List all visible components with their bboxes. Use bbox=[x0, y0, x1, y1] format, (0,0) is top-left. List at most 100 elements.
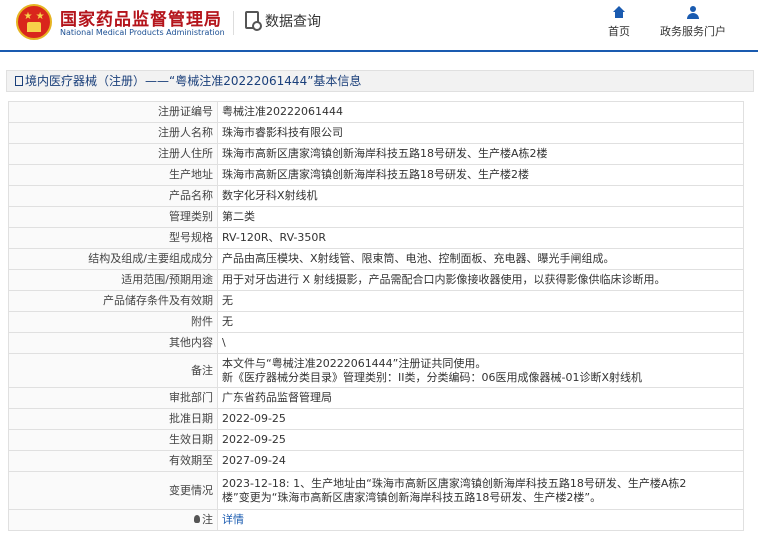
table-row: 注册证编号 粤械注准20222061444 bbox=[8, 101, 744, 123]
table-row: 批准日期 2022-09-25 bbox=[8, 408, 744, 430]
field-value-text: 数字化牙科X射线机 bbox=[222, 189, 318, 202]
field-value: 本文件与“粤械注准20222061444”注册证共同使用。 新《医疗器械分类目录》… bbox=[217, 353, 744, 388]
table-row: 变更情况 2023-12-18: 1、生产地址由“珠海市高新区唐家湾镇创新海岸科技… bbox=[8, 471, 744, 510]
field-label: 结构及组成/主要组成成分 bbox=[8, 248, 218, 270]
emblem-logo[interactable]: ★ ★ bbox=[16, 4, 52, 40]
field-label: 管理类别 bbox=[8, 206, 218, 228]
field-value-text: 粤械注准20222061444 bbox=[222, 105, 343, 118]
org-name-cn[interactable]: 国家药品监督管理局 bbox=[60, 5, 222, 30]
field-value: 无 bbox=[217, 290, 744, 312]
field-label-text: 管理类别 bbox=[169, 210, 213, 223]
device-info-table: 注册证编号 粤械注准20222061444 注册人名称 珠海市睿影科技有限公司 注册人住… bbox=[8, 101, 744, 531]
field-label-text: 生产地址 bbox=[169, 168, 213, 181]
field-label-text: 注册人名称 bbox=[158, 126, 213, 139]
field-label: 注册人住所 bbox=[8, 143, 218, 165]
table-row: 适用范围/预期用途 用于对牙齿进行 X 射线摄影，产品需配合口内影像接收器使用，以… bbox=[8, 269, 744, 291]
field-value-line: 新《医疗器械分类目录》管理类别：II类，分类编码：06医用成像器械-01诊断X射… bbox=[222, 370, 642, 384]
field-label-text: 适用范围/预期用途 bbox=[121, 273, 213, 286]
table-row: 结构及组成/主要组成成分 产品由高压模块、X射线管、限束筒、电池、控制面板、充电器… bbox=[8, 248, 744, 270]
field-label-text: 产品名称 bbox=[169, 189, 213, 202]
field-value: 珠海市睿影科技有限公司 bbox=[217, 122, 744, 144]
field-value: 数字化牙科X射线机 bbox=[217, 185, 744, 207]
field-value-text: 用于对牙齿进行 X 射线摄影，产品需配合口内影像接收器使用，以获得影像供临床诊断… bbox=[222, 273, 666, 286]
field-value: 2023-12-18: 1、生产地址由“珠海市高新区唐家湾镇创新海岸科技五路18… bbox=[217, 471, 744, 510]
field-label: 生效日期 bbox=[8, 429, 218, 451]
nav-service-portal[interactable]: 政务服务门户 bbox=[660, 6, 726, 39]
details-link[interactable]: 详情 bbox=[222, 513, 244, 526]
field-value: 详情 bbox=[217, 509, 744, 531]
table-row: 产品储存条件及有效期无 bbox=[8, 290, 744, 312]
field-label: 适用范围/预期用途 bbox=[8, 269, 218, 291]
bulb-icon bbox=[194, 515, 200, 523]
field-label-text: 生效日期 bbox=[169, 433, 213, 446]
table-row: 管理类别 第二类 bbox=[8, 206, 744, 228]
field-label: 批准日期 bbox=[8, 408, 218, 430]
field-value: 珠海市高新区唐家湾镇创新海岸科技五路18号研发、生产楼2楼 bbox=[217, 164, 744, 186]
field-value-line: 2023-12-18: 1、生产地址由“珠海市高新区唐家湾镇创新海岸科技五路18… bbox=[222, 476, 687, 490]
nav-home-label: 首页 bbox=[608, 25, 630, 38]
field-value-text: 产品由高压模块、X射线管、限束筒、电池、控制面板、充电器、曝光手闸组成。 bbox=[222, 252, 615, 265]
table-row: 注详情 bbox=[8, 509, 744, 531]
field-value: \ bbox=[217, 332, 744, 354]
field-value-line: 楼”变更为“珠海市高新区唐家湾镇创新海岸科技五路18号研发、生产楼2楼”。 bbox=[222, 490, 602, 504]
field-value-text: \ bbox=[222, 336, 226, 349]
table-row: 产品名称 数字化牙科X射线机 bbox=[8, 185, 744, 207]
field-value: RV-120R、RV-350R bbox=[217, 227, 744, 249]
field-value-text: 2022-09-25 bbox=[222, 433, 286, 446]
nav-home[interactable]: 首页 bbox=[608, 6, 630, 39]
field-label-text: 附件 bbox=[191, 315, 213, 328]
field-value-text: 第二类 bbox=[222, 210, 255, 223]
user-icon bbox=[687, 6, 699, 20]
field-label: 产品名称 bbox=[8, 185, 218, 207]
breadcrumb: 境内医疗器械（注册）——“粤械注准20222061444”基本信息 bbox=[6, 70, 754, 92]
breadcrumb-text: 境内医疗器械（注册）——“粤械注准20222061444”基本信息 bbox=[25, 74, 362, 88]
field-value: 粤械注准20222061444 bbox=[217, 101, 744, 123]
nav-portal-label: 政务服务门户 bbox=[660, 25, 726, 38]
field-label-text: 其他内容 bbox=[169, 336, 213, 349]
field-label-text: 审批部门 bbox=[169, 391, 213, 404]
field-label-text: 型号规格 bbox=[169, 231, 213, 244]
table-row: 生产地址 珠海市高新区唐家湾镇创新海岸科技五路18号研发、生产楼2楼 bbox=[8, 164, 744, 186]
field-label-text: 结构及组成/主要组成成分 bbox=[88, 252, 213, 265]
field-label-text: 备注 bbox=[191, 363, 213, 377]
field-label-text: 注 bbox=[202, 513, 213, 526]
field-value-text: 无 bbox=[222, 315, 233, 328]
field-value: 产品由高压模块、X射线管、限束筒、电池、控制面板、充电器、曝光手闸组成。 bbox=[217, 248, 744, 270]
field-label: 变更情况 bbox=[8, 471, 218, 510]
field-label-text: 注册人住所 bbox=[158, 147, 213, 160]
site-header: ★ ★ 国家药品监督管理局 National Medical Products … bbox=[0, 0, 758, 52]
field-label: 附件 bbox=[8, 311, 218, 333]
field-label: 有效期至 bbox=[8, 450, 218, 472]
field-value-text: 广东省药品监督管理局 bbox=[222, 391, 332, 404]
table-row: 附件无 bbox=[8, 311, 744, 333]
field-value-text: 珠海市高新区唐家湾镇创新海岸科技五路18号研发、生产楼2楼 bbox=[222, 168, 529, 181]
table-row: 其他内容 \ bbox=[8, 332, 744, 354]
home-icon bbox=[613, 6, 625, 20]
field-label: 注册证编号 bbox=[8, 101, 218, 123]
table-row: 型号规格 RV-120R、RV-350R bbox=[8, 227, 744, 249]
header-underline bbox=[0, 50, 758, 52]
table-row: 审批部门 广东省药品监督管理局 bbox=[8, 387, 744, 409]
field-value: 珠海市高新区唐家湾镇创新海岸科技五路18号研发、生产楼A栋2楼 bbox=[217, 143, 744, 165]
field-label: 审批部门 bbox=[8, 387, 218, 409]
field-value: 用于对牙齿进行 X 射线摄影，产品需配合口内影像接收器使用，以获得影像供临床诊断… bbox=[217, 269, 744, 291]
document-icon bbox=[15, 76, 23, 86]
field-label-text: 产品储存条件及有效期 bbox=[103, 294, 213, 307]
field-value-line: 本文件与“粤械注准20222061444”注册证共同使用。 bbox=[222, 356, 487, 370]
table-row: 有效期至 2027-09-24 bbox=[8, 450, 744, 472]
field-value: 2022-09-25 bbox=[217, 408, 744, 430]
table-row: 注册人住所 珠海市高新区唐家湾镇创新海岸科技五路18号研发、生产楼A栋2楼 bbox=[8, 143, 744, 165]
data-query-icon[interactable] bbox=[245, 11, 262, 31]
field-value-text: RV-120R、RV-350R bbox=[222, 231, 327, 244]
field-value-text: 珠海市睿影科技有限公司 bbox=[222, 126, 343, 139]
field-label: 产品储存条件及有效期 bbox=[8, 290, 218, 312]
table-row: 备注 本文件与“粤械注准20222061444”注册证共同使用。 新《医疗器械分类目… bbox=[8, 353, 744, 388]
field-value: 第二类 bbox=[217, 206, 744, 228]
field-value: 无 bbox=[217, 311, 744, 333]
field-label: 其他内容 bbox=[8, 332, 218, 354]
field-label-text: 注册证编号 bbox=[158, 105, 213, 118]
data-query-link[interactable]: 数据查询 bbox=[265, 11, 321, 31]
field-label: 注册人名称 bbox=[8, 122, 218, 144]
field-value-text: 珠海市高新区唐家湾镇创新海岸科技五路18号研发、生产楼A栋2楼 bbox=[222, 147, 548, 160]
field-label-text: 批准日期 bbox=[169, 412, 213, 425]
